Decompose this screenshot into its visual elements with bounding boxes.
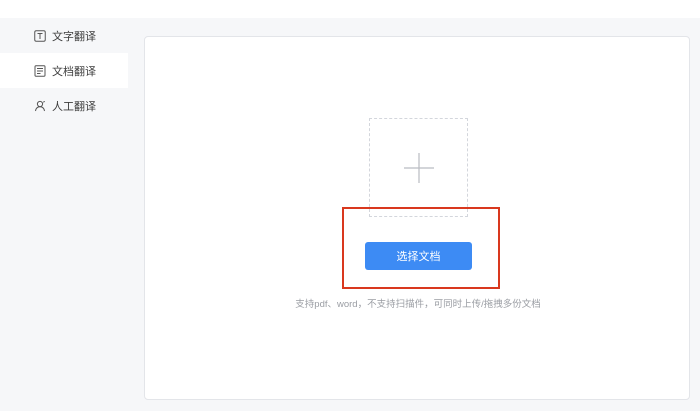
sidebar-item-label: 文档翻译 [52, 65, 96, 78]
upload-hint-text: 支持pdf、word，不支持扫描件，可同时上传/拖拽多份文档 [295, 299, 541, 310]
sidebar-item-label: 文字翻译 [52, 30, 96, 43]
human-translation-icon [34, 100, 46, 112]
sidebar-item-text-translation[interactable]: 文字翻译 [0, 18, 128, 53]
document-icon [34, 64, 46, 77]
sidebar-item-label: 人工翻译 [52, 100, 96, 113]
plus-icon [403, 152, 435, 184]
text-box-icon [34, 29, 46, 42]
sidebar-item-document-translation[interactable]: 文档翻译 [0, 53, 128, 88]
main-content: 选择文档 支持pdf、word，不支持扫描件，可同时上传/拖拽多份文档 [128, 18, 700, 411]
app-window: 文字翻译 文档翻译 人工翻译 选择文档 支持pdf、word，不支持扫描件，可同… [0, 0, 700, 411]
upload-card: 选择文档 支持pdf、word，不支持扫描件，可同时上传/拖拽多份文档 [144, 36, 690, 400]
sidebar: 文字翻译 文档翻译 人工翻译 [0, 18, 128, 411]
upload-dropzone[interactable] [369, 118, 468, 217]
select-document-button[interactable]: 选择文档 [365, 242, 472, 270]
top-bar [0, 0, 700, 18]
sidebar-item-human-translation[interactable]: 人工翻译 [0, 88, 128, 123]
